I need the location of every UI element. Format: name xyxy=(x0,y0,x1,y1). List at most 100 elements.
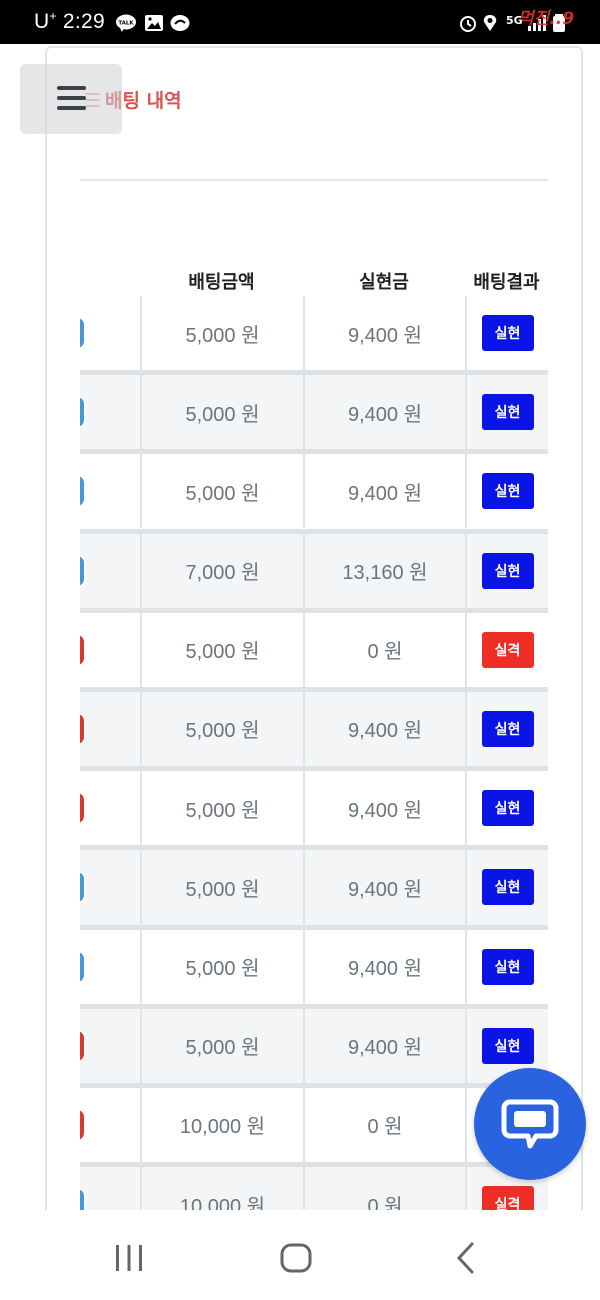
messenger-icon xyxy=(170,15,190,31)
blue-marker-icon xyxy=(80,870,86,905)
payout-cell: 9,400 원 xyxy=(303,771,465,846)
payout-cell: 13,160 원 xyxy=(303,533,465,608)
bet-amount-cell: 5,000 원 xyxy=(140,454,303,529)
clock: 2:29 xyxy=(62,10,105,33)
table-row[interactable]: 5,000 원 9,400 원 실현 xyxy=(80,850,548,930)
result-cell: 실현 xyxy=(465,850,548,925)
result-cell: 실현 xyxy=(465,691,548,766)
bet-amount-cell: 5,000 원 xyxy=(140,296,303,370)
status-badge: 실현 xyxy=(481,869,534,906)
marker-cell xyxy=(80,534,140,608)
result-cell: 실현 xyxy=(465,929,548,1004)
bet-amount-cell: 10,000 원 xyxy=(140,1167,303,1216)
bet-amount-cell: 5,000 원 xyxy=(140,771,303,846)
column-header-payout[interactable]: 실현금 xyxy=(303,268,465,294)
carrier-label: U xyxy=(34,10,50,33)
divider xyxy=(80,179,548,181)
table-row[interactable]: 7,000 원 13,160 원 실현 xyxy=(80,533,548,613)
marker-cell xyxy=(80,850,140,924)
payout-cell: 9,400 원 xyxy=(303,691,465,766)
payout-cell: 9,400 원 xyxy=(303,929,465,1004)
home-button[interactable] xyxy=(266,1238,326,1278)
red-marker-icon xyxy=(80,711,86,746)
result-cell: 실현 xyxy=(465,296,548,370)
payout-cell: 9,400 원 xyxy=(303,1008,465,1083)
result-cell: 실격 xyxy=(465,612,548,687)
status-badge: 실현 xyxy=(481,315,534,351)
marker-cell xyxy=(80,771,140,845)
status-badge: 실현 xyxy=(481,790,534,827)
blue-marker-icon xyxy=(80,949,86,984)
status-bar: U+ 2:29 TALK 5G 먹진..9 xyxy=(0,0,600,44)
table-row[interactable]: 5,000 원 9,400 원 실현 xyxy=(80,691,548,772)
bet-amount-cell: 5,000 원 xyxy=(140,375,303,450)
table-body: 5,000 원 9,400 원 실현 5,000 원 9,400 원 실현 5,000 원9… xyxy=(80,296,548,1216)
payout-cell: 0 원 xyxy=(303,612,465,687)
back-button[interactable] xyxy=(436,1238,496,1278)
status-time: U+ 2:29 xyxy=(34,9,105,34)
status-badge: 실현 xyxy=(481,473,534,510)
bet-amount-cell: 10,000 원 xyxy=(140,1087,303,1162)
payout-cell: 9,400 원 xyxy=(303,375,465,450)
table-row[interactable]: 5,000 원 9,400 원 실현 xyxy=(80,929,548,1009)
column-header-bet-amount[interactable]: 배팅금액 xyxy=(140,268,303,294)
status-badge: 실현 xyxy=(481,948,534,985)
table-row[interactable]: 5,000 원 9,400 원 실현 xyxy=(80,375,548,455)
table-row[interactable]: 5,000 원 9,400 원 실현 xyxy=(80,771,548,851)
svg-text:TALK: TALK xyxy=(118,21,134,27)
result-cell: 실현 xyxy=(465,533,548,608)
table-row[interactable]: 5,000 원 9,400 원 실현 xyxy=(80,454,548,534)
menu-button[interactable] xyxy=(20,64,122,134)
payout-cell: 0 원 xyxy=(303,1087,465,1162)
system-navigation-bar xyxy=(0,1210,600,1300)
marker-cell xyxy=(80,296,140,370)
marker-cell xyxy=(80,375,140,449)
blue-marker-icon xyxy=(80,316,86,350)
bet-amount-cell: 5,000 원 xyxy=(140,691,303,766)
status-badge: 실현 xyxy=(481,1027,534,1064)
status-badge: 실현 xyxy=(481,552,534,589)
marker-cell xyxy=(80,1009,140,1083)
red-marker-icon xyxy=(80,632,86,667)
table-header: 배팅금액 실현금 배팅결과 xyxy=(80,256,548,296)
marker-cell xyxy=(80,454,140,528)
marker-cell xyxy=(80,930,140,1004)
red-marker-icon xyxy=(80,1028,86,1063)
carrier-sup: + xyxy=(49,9,57,23)
payout-cell: 9,400 원 xyxy=(303,850,465,925)
betting-history-table: 배팅금액 실현금 배팅결과 5,000 원 9,400 원 실현 5,000 원 9,4… xyxy=(80,256,548,1216)
bet-amount-cell: 7,000 원 xyxy=(140,533,303,608)
marker-cell xyxy=(80,1167,140,1216)
bet-amount-cell: 5,000 원 xyxy=(140,929,303,1004)
table-row[interactable]: 10,000 원0 원 실격 xyxy=(80,1167,548,1216)
bet-amount-cell: 5,000 원 xyxy=(140,1008,303,1083)
alarm-icon xyxy=(460,16,476,32)
status-badge: 실현 xyxy=(481,394,534,431)
chat-button[interactable] xyxy=(474,1068,586,1180)
bet-amount-cell: 5,000 원 xyxy=(140,612,303,687)
gallery-icon xyxy=(145,15,163,31)
red-marker-icon xyxy=(80,1107,86,1142)
blue-marker-icon xyxy=(80,395,86,430)
watermark-text: 먹진..9 xyxy=(518,9,575,29)
blue-marker-icon xyxy=(80,474,86,509)
kakaotalk-icon: TALK xyxy=(116,14,136,32)
marker-cell xyxy=(80,613,140,687)
payout-cell: 0 원 xyxy=(303,1167,465,1216)
marker-cell xyxy=(80,692,140,766)
red-marker-icon xyxy=(80,791,86,826)
back-icon xyxy=(456,1242,474,1274)
bet-amount-cell: 5,000 원 xyxy=(140,850,303,925)
location-icon xyxy=(483,15,497,31)
table-row[interactable]: 5,000 원0 원 실격 xyxy=(80,612,548,692)
status-badge: 실격 xyxy=(481,631,534,668)
blue-marker-icon xyxy=(80,553,86,588)
result-cell: 실현 xyxy=(465,771,548,846)
result-cell: 실현 xyxy=(465,375,548,450)
table-row[interactable]: 5,000 원 9,400 원 실현 xyxy=(80,1008,548,1088)
column-header-result[interactable]: 배팅결과 xyxy=(465,268,548,294)
recents-button[interactable] xyxy=(99,1238,159,1278)
payout-cell: 9,400 원 xyxy=(303,454,465,529)
table-row[interactable]: 5,000 원 9,400 원 실현 xyxy=(80,296,548,376)
payout-cell: 9,400 원 xyxy=(303,296,465,370)
